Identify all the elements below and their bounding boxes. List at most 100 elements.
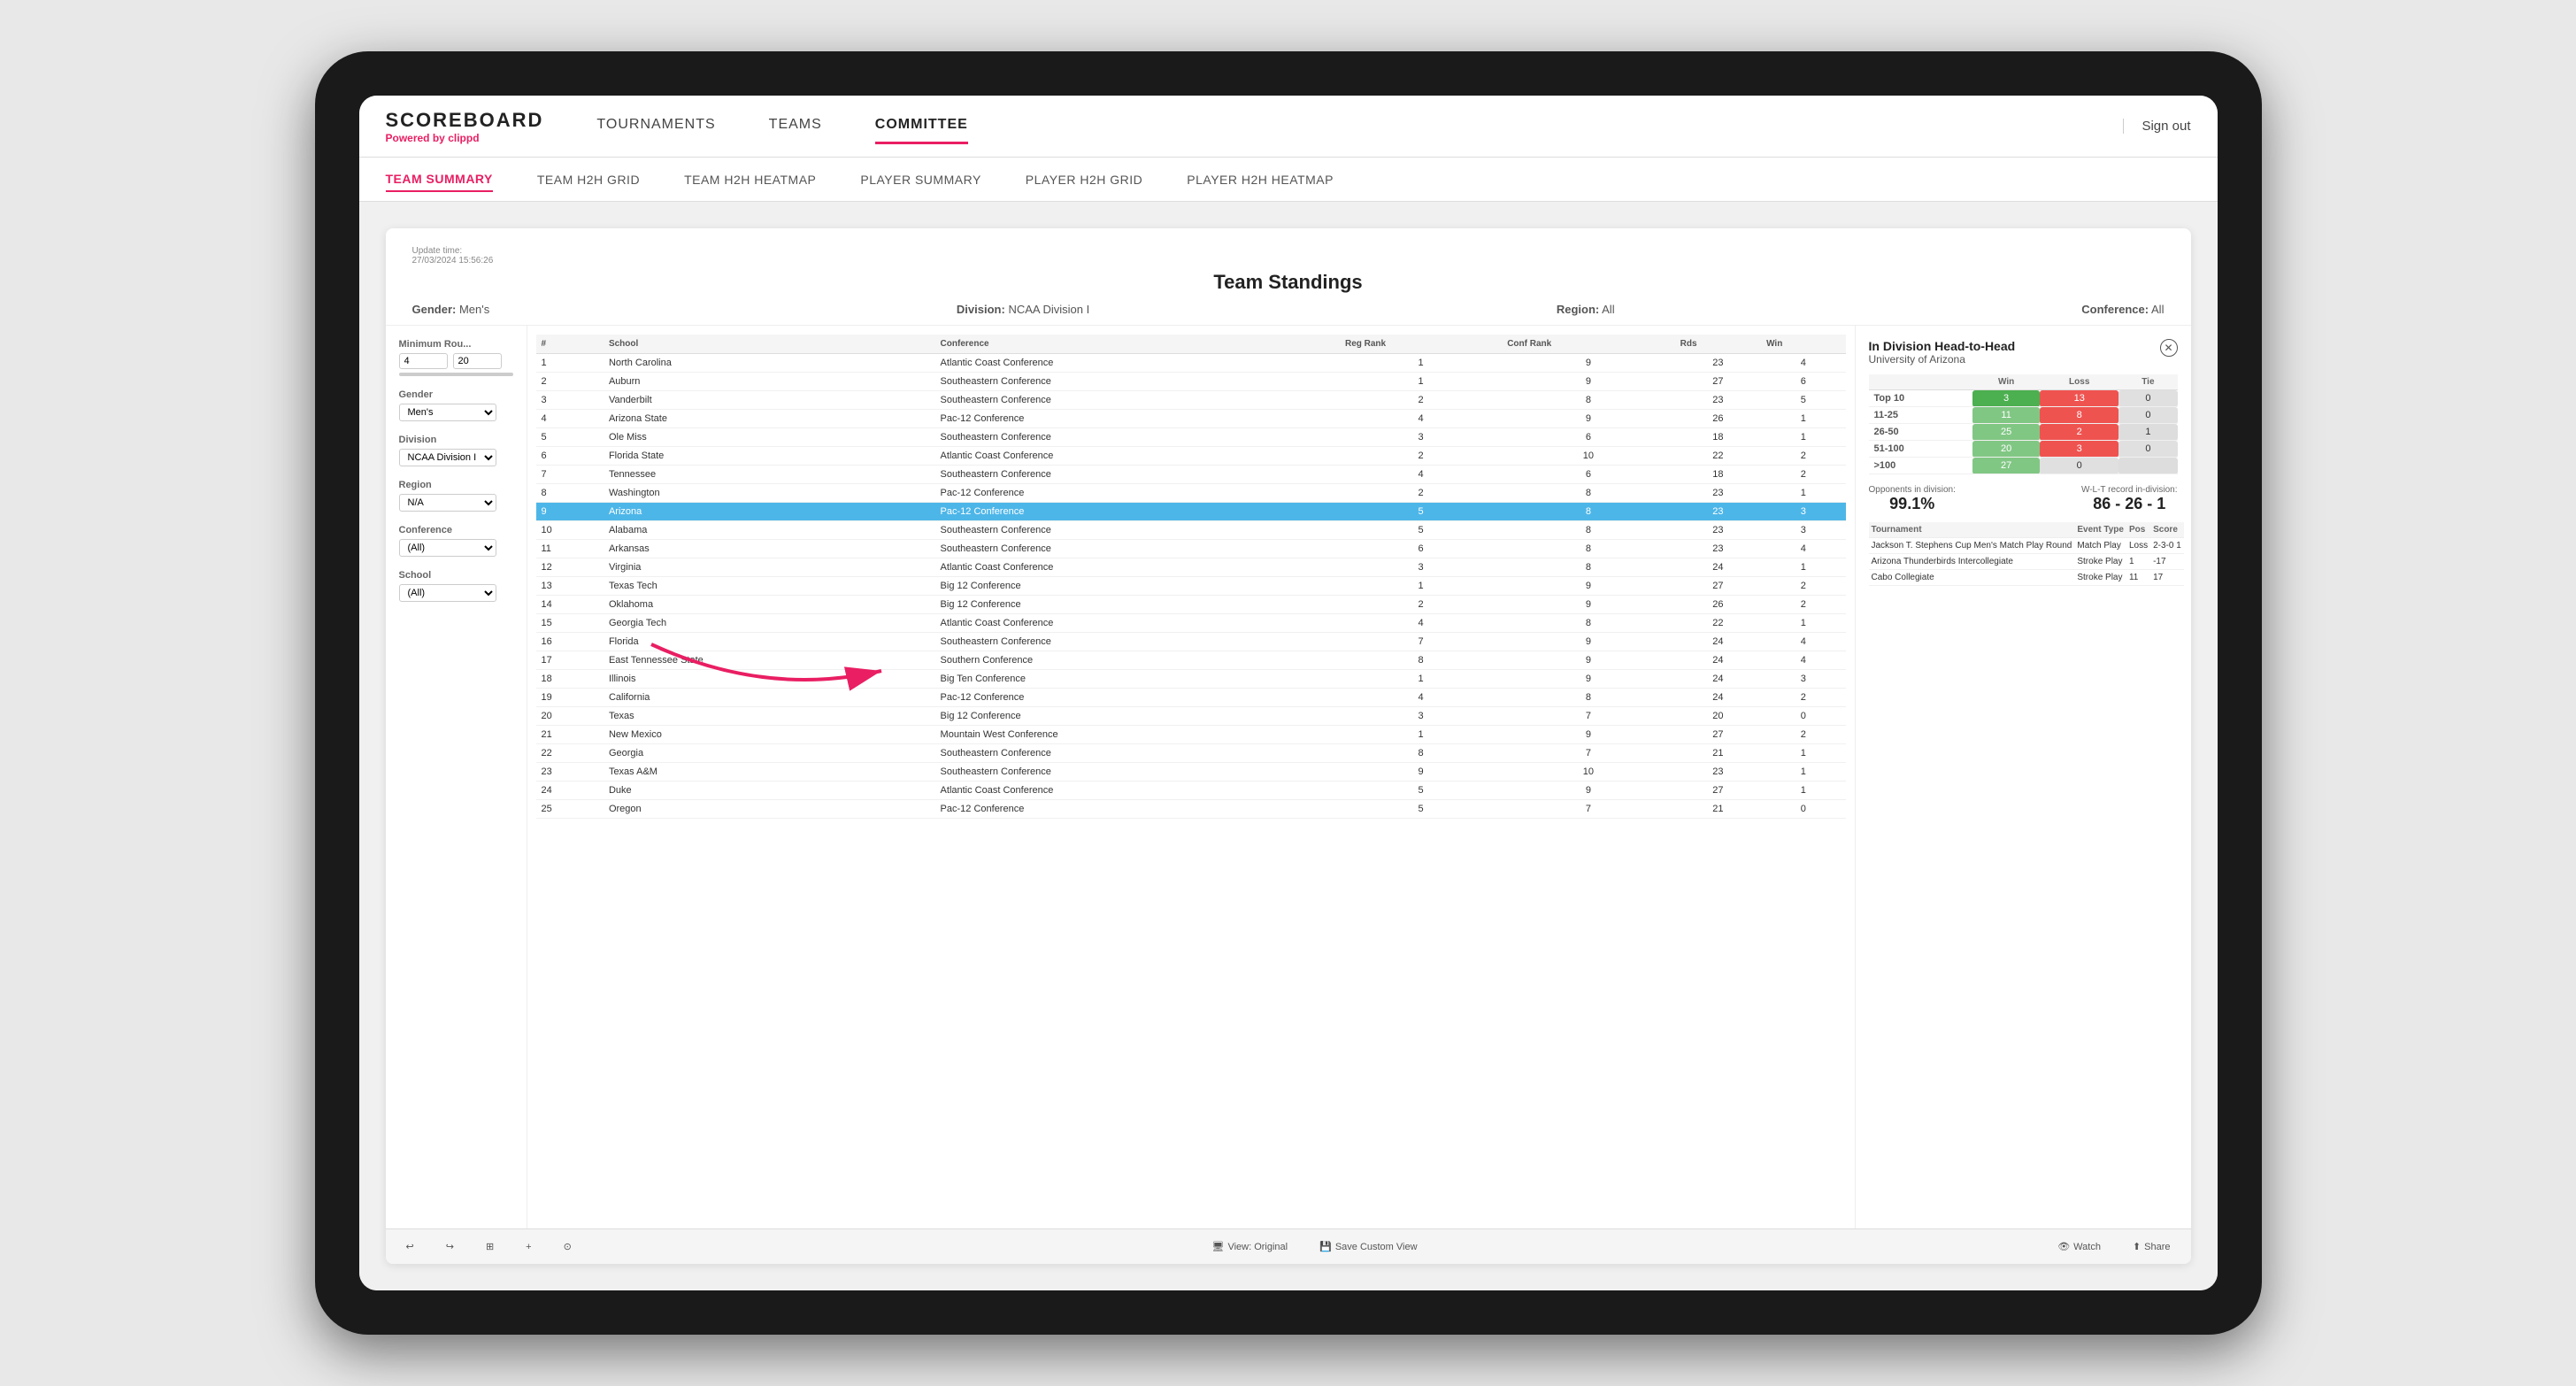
- col-rds: Rds: [1675, 335, 1761, 354]
- table-row[interactable]: 8 Washington Pac-12 Conference 2 8 23 1: [536, 484, 1846, 503]
- conference-select[interactable]: (All): [399, 539, 496, 557]
- main-content: 5. Click on a team's row to see their In…: [359, 202, 2218, 1290]
- table-row[interactable]: 25 Oregon Pac-12 Conference 5 7 21 0: [536, 800, 1846, 819]
- division-select[interactable]: NCAA Division I: [399, 449, 496, 466]
- table-row[interactable]: 16 Florida Southeastern Conference 7 9 2…: [536, 633, 1846, 651]
- table-row[interactable]: 13 Texas Tech Big 12 Conference 1 9 27 2: [536, 577, 1846, 596]
- table-row[interactable]: 21 New Mexico Mountain West Conference 1…: [536, 726, 1846, 744]
- sub-nav-team-summary[interactable]: TEAM SUMMARY: [386, 167, 493, 192]
- gender-select[interactable]: Men's: [399, 404, 496, 421]
- h2h-header: In Division Head-to-Head University of A…: [1869, 339, 2178, 366]
- nav-item-tournaments[interactable]: TOURNAMENTS: [596, 108, 715, 144]
- sub-nav-team-h2h-heatmap[interactable]: TEAM H2H HEATMAP: [684, 168, 816, 191]
- toolbar-icon-1[interactable]: ⊞: [479, 1238, 501, 1255]
- h2h-close-button[interactable]: ✕: [2160, 339, 2178, 357]
- toolbar-icon-3[interactable]: ⊙: [557, 1238, 579, 1255]
- table-row[interactable]: 4 Arizona State Pac-12 Conference 4 9 26…: [536, 410, 1846, 428]
- table-row[interactable]: 7 Tennessee Southeastern Conference 4 6 …: [536, 466, 1846, 484]
- watch-button[interactable]: 👁 Watch: [2050, 1238, 2108, 1255]
- col-conf-rank: Conf Rank: [1502, 335, 1674, 354]
- table-row[interactable]: 14 Oklahoma Big 12 Conference 2 9 26 2: [536, 596, 1846, 614]
- col-conference: Conference: [935, 335, 1340, 354]
- sign-out-button[interactable]: Sign out: [2123, 119, 2190, 134]
- table-row[interactable]: 10 Alabama Southeastern Conference 5 8 2…: [536, 521, 1846, 540]
- tournament-row: Cabo CollegiateStroke Play1117: [1869, 570, 2184, 586]
- panel-title: Team Standings: [412, 271, 2165, 294]
- h2h-breakdown-table: Win Loss Tie Top 10 3 13 0 11-25 11 8 0 …: [1869, 374, 2178, 474]
- bottom-toolbar: ↩ ↪ ⊞ + ⊙ 🖥 View: Original 💾 Save Custom…: [386, 1228, 2191, 1264]
- rounds-slider[interactable]: [399, 373, 513, 376]
- conference-meta: Conference: All: [2081, 303, 2164, 316]
- standings-table: # School Conference Reg Rank Conf Rank R…: [536, 335, 1846, 819]
- save-custom-button[interactable]: 💾 Save Custom View: [1312, 1238, 1424, 1255]
- col-win: Win: [1761, 335, 1845, 354]
- min-rounds-max-input[interactable]: [453, 353, 502, 369]
- region-meta: Region: All: [1557, 303, 1615, 316]
- tablet-screen: SCOREBOARD Powered by clippd TOURNAMENTS…: [359, 96, 2218, 1290]
- table-area: # School Conference Reg Rank Conf Rank R…: [527, 326, 1855, 1228]
- wlt-stat: W-L-T record in-division: 86 - 26 - 1: [2081, 485, 2178, 513]
- tournament-row: Arizona Thunderbirds IntercollegiateStro…: [1869, 554, 2184, 570]
- h2h-row: Top 10 3 13 0: [1869, 390, 2178, 407]
- nav-item-teams[interactable]: TEAMS: [769, 108, 822, 144]
- table-row[interactable]: 24 Duke Atlantic Coast Conference 5 9 27…: [536, 782, 1846, 800]
- filters-panel: Minimum Rou... Gender Men's: [386, 326, 527, 1228]
- panel-body: Minimum Rou... Gender Men's: [386, 326, 2191, 1228]
- redo-button[interactable]: ↪: [439, 1238, 461, 1255]
- table-row[interactable]: 5 Ole Miss Southeastern Conference 3 6 1…: [536, 428, 1846, 447]
- table-row[interactable]: 1 North Carolina Atlantic Coast Conferen…: [536, 354, 1846, 373]
- table-row[interactable]: 15 Georgia Tech Atlantic Coast Conferenc…: [536, 614, 1846, 633]
- top-nav: SCOREBOARD Powered by clippd TOURNAMENTS…: [359, 96, 2218, 158]
- logo-sub: Powered by clippd: [386, 132, 544, 144]
- view-original-button[interactable]: 🖥 View: Original: [1204, 1238, 1295, 1255]
- panel-meta: Gender: Men's Division: NCAA Division I …: [412, 303, 2165, 316]
- logo-title: SCOREBOARD: [386, 109, 544, 132]
- col-rank: #: [536, 335, 604, 354]
- sub-nav: TEAM SUMMARY TEAM H2H GRID TEAM H2H HEAT…: [359, 158, 2218, 202]
- h2h-row: >100 27 0: [1869, 458, 2178, 474]
- col-school: School: [604, 335, 935, 354]
- h2h-row: 51-100 20 3 0: [1869, 441, 2178, 458]
- table-row[interactable]: 22 Georgia Southeastern Conference 8 7 2…: [536, 744, 1846, 763]
- share-button[interactable]: ⬆ Share: [2126, 1238, 2178, 1255]
- col-reg-rank: Reg Rank: [1340, 335, 1502, 354]
- sub-nav-player-h2h-grid[interactable]: PLAYER H2H GRID: [1026, 168, 1143, 191]
- table-row[interactable]: 12 Virginia Atlantic Coast Conference 3 …: [536, 558, 1846, 577]
- table-row[interactable]: 23 Texas A&M Southeastern Conference 9 1…: [536, 763, 1846, 782]
- sub-nav-player-summary[interactable]: PLAYER SUMMARY: [860, 168, 980, 191]
- table-row[interactable]: 2 Auburn Southeastern Conference 1 9 27 …: [536, 373, 1846, 391]
- toolbar-icon-2[interactable]: +: [519, 1239, 538, 1255]
- gender-meta: Gender: Men's: [412, 303, 490, 316]
- nav-items: TOURNAMENTS TEAMS COMMITTEE: [596, 108, 2123, 144]
- filter-region: Region N/A: [399, 480, 513, 512]
- h2h-team: University of Arizona: [1869, 353, 2016, 366]
- table-row[interactable]: 3 Vanderbilt Southeastern Conference 2 8…: [536, 391, 1846, 410]
- h2h-stats: Opponents in division: 99.1% W-L-T recor…: [1869, 485, 2178, 513]
- filter-conference: Conference (All): [399, 525, 513, 557]
- panel-header: Update time: 27/03/2024 15:56:26 Team St…: [386, 228, 2191, 326]
- table-row[interactable]: 9 Arizona Pac-12 Conference 5 8 23 3: [536, 503, 1846, 521]
- division-meta: Division: NCAA Division I: [957, 303, 1089, 316]
- nav-item-committee[interactable]: COMMITTEE: [875, 108, 968, 144]
- tournament-row: Jackson T. Stephens Cup Men's Match Play…: [1869, 538, 2184, 554]
- table-row[interactable]: 6 Florida State Atlantic Coast Conferenc…: [536, 447, 1846, 466]
- filter-division: Division NCAA Division I: [399, 435, 513, 466]
- h2h-row: 11-25 11 8 0: [1869, 407, 2178, 424]
- undo-button[interactable]: ↩: [399, 1238, 421, 1255]
- region-select[interactable]: N/A: [399, 494, 496, 512]
- app-panel: Update time: 27/03/2024 15:56:26 Team St…: [386, 228, 2191, 1264]
- h2h-panel: In Division Head-to-Head University of A…: [1855, 326, 2191, 1228]
- table-row[interactable]: 11 Arkansas Southeastern Conference 6 8 …: [536, 540, 1846, 558]
- sub-nav-team-h2h-grid[interactable]: TEAM H2H GRID: [537, 168, 640, 191]
- table-row[interactable]: 17 East Tennessee State Southern Confere…: [536, 651, 1846, 670]
- min-rounds-min-input[interactable]: [399, 353, 448, 369]
- filter-gender: Gender Men's: [399, 389, 513, 421]
- logo: SCOREBOARD Powered by clippd: [386, 109, 544, 144]
- school-select[interactable]: (All): [399, 584, 496, 602]
- tablet-frame: SCOREBOARD Powered by clippd TOURNAMENTS…: [315, 51, 2262, 1335]
- filter-school: School (All): [399, 570, 513, 602]
- table-row[interactable]: 20 Texas Big 12 Conference 3 7 20 0: [536, 707, 1846, 726]
- table-row[interactable]: 19 California Pac-12 Conference 4 8 24 2: [536, 689, 1846, 707]
- sub-nav-player-h2h-heatmap[interactable]: PLAYER H2H HEATMAP: [1187, 168, 1334, 191]
- table-row[interactable]: 18 Illinois Big Ten Conference 1 9 24 3: [536, 670, 1846, 689]
